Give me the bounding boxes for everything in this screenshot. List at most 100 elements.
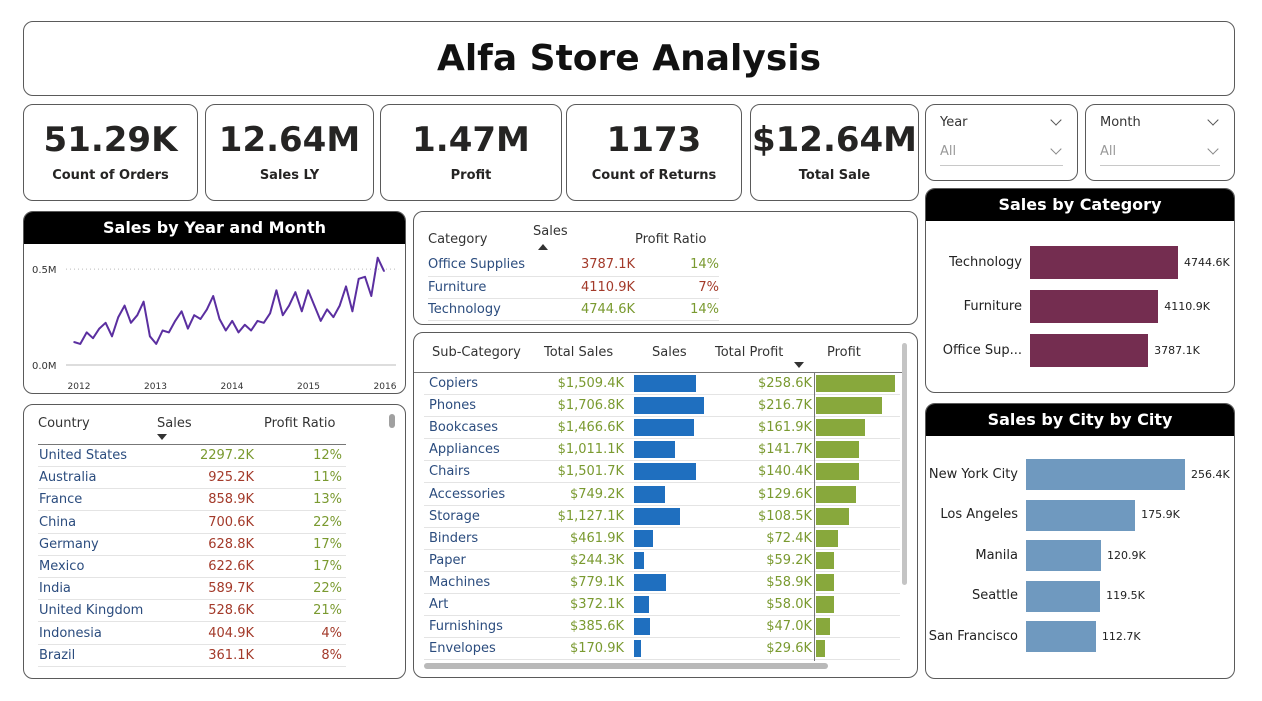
col-header-subcategory[interactable]: Sub-Category <box>432 345 521 360</box>
line-point[interactable] <box>104 322 107 324</box>
col-header-total-profit[interactable]: Total Profit <box>715 345 783 360</box>
line-point[interactable] <box>161 329 164 332</box>
month-dropdown[interactable]: All <box>1100 140 1220 166</box>
line-point[interactable] <box>85 331 88 334</box>
col-header-sales[interactable]: Sales <box>157 416 192 431</box>
table-row[interactable]: Bookcases $1,466.6K $161.9K <box>424 417 900 440</box>
bar[interactable] <box>1026 540 1101 571</box>
table-row[interactable]: United States 2297.2K 12% <box>38 445 346 467</box>
kpi-count-of-returns[interactable]: 1173 Count of Returns <box>566 104 742 201</box>
line-point[interactable] <box>364 276 366 278</box>
col-header-sales[interactable]: Sales <box>652 345 687 360</box>
line-point[interactable] <box>174 320 176 322</box>
city-bar-chart[interactable]: New York City 256.4K Los Angeles 175.9K Mani… <box>926 437 1234 677</box>
line-point[interactable] <box>294 291 297 293</box>
table-row[interactable]: Mexico 622.6K 17% <box>38 556 346 578</box>
line-point[interactable] <box>199 318 202 320</box>
line-point[interactable] <box>383 270 385 272</box>
kpi-count-of-orders[interactable]: 51.29K Count of Orders <box>23 104 198 201</box>
line-point[interactable] <box>256 320 259 322</box>
table-row[interactable]: France 858.9K 13% <box>38 489 346 512</box>
bar[interactable] <box>1026 580 1101 612</box>
category-bar-chart[interactable]: Technology 4744.6K Furniture 4110.9K Office … <box>926 222 1234 392</box>
table-row[interactable]: United Kingdom 528.6K 21% <box>38 600 346 623</box>
bar[interactable] <box>1030 246 1178 279</box>
table-row[interactable]: Envelopes $170.9K $29.6K <box>424 638 900 661</box>
table-row[interactable]: Australia 925.2K 11% <box>38 467 346 490</box>
line-point[interactable] <box>142 300 145 303</box>
col-header-country[interactable]: Country <box>38 416 90 431</box>
line-point[interactable] <box>237 331 240 334</box>
line-point[interactable] <box>187 327 189 330</box>
line-point[interactable] <box>351 310 354 313</box>
line-point[interactable] <box>269 312 271 315</box>
table-row[interactable]: Appliances $1,011.1K $141.7K <box>424 439 900 462</box>
table-row[interactable]: Brazil 361.1K 8% <box>38 645 346 667</box>
line-point[interactable] <box>301 310 303 313</box>
line-chart[interactable]: 0.5M 0.0M 2012 2013 2014 2015 2016 <box>24 245 405 394</box>
line-point[interactable] <box>244 324 246 326</box>
table-row[interactable]: Accessories $749.2K $129.6K <box>424 484 900 506</box>
table-row[interactable]: China 700.6K 22% <box>38 512 346 534</box>
table-row[interactable]: Furnishings $385.6K $47.0K <box>424 616 900 639</box>
line-point[interactable] <box>149 335 151 338</box>
line-point[interactable] <box>212 295 214 297</box>
line-point[interactable] <box>225 329 227 332</box>
line-point[interactable] <box>282 314 284 316</box>
line-point[interactable] <box>288 304 290 307</box>
vertical-scrollbar[interactable] <box>902 343 907 585</box>
table-row[interactable]: Indonesia 404.9K 4% <box>38 623 346 645</box>
col-header-category[interactable]: Category <box>428 224 533 254</box>
line-point[interactable] <box>123 304 126 307</box>
col-header-sales[interactable]: Sales <box>533 224 635 254</box>
line-point[interactable] <box>319 320 322 322</box>
table-row[interactable]: Furniture 4110.9K 7% <box>428 276 719 299</box>
bar[interactable] <box>1026 499 1136 531</box>
line-point[interactable] <box>111 335 113 338</box>
table-row[interactable]: Art $372.1K $58.0K <box>424 594 900 617</box>
year-slicer-header[interactable]: Year <box>940 114 1063 130</box>
line-point[interactable] <box>79 343 82 345</box>
line-point[interactable] <box>263 322 265 324</box>
kpi-total-sale[interactable]: $12.64M Total Sale <box>750 104 919 201</box>
line-point[interactable] <box>376 256 379 259</box>
line-point[interactable] <box>250 329 252 332</box>
table-row[interactable]: Paper $244.3K $59.2K <box>424 550 900 572</box>
chevron-down-icon[interactable] <box>1207 114 1219 126</box>
line-point[interactable] <box>136 314 139 316</box>
table-row[interactable]: Chairs $1,501.7K $140.4K <box>424 461 900 484</box>
line-point[interactable] <box>338 304 341 307</box>
line-point[interactable] <box>193 314 195 316</box>
bar[interactable] <box>1030 290 1159 323</box>
bar[interactable] <box>1026 459 1185 490</box>
line-point[interactable] <box>92 337 94 339</box>
chevron-down-icon[interactable] <box>1050 114 1062 126</box>
month-slicer-header[interactable]: Month <box>1100 114 1220 130</box>
line-point[interactable] <box>155 343 157 345</box>
table-row[interactable]: Germany 628.8K 17% <box>38 534 346 556</box>
table-row[interactable]: Office Supplies 3787.1K 14% <box>428 254 719 277</box>
horizontal-scrollbar[interactable] <box>424 663 828 669</box>
col-header-profit[interactable]: Profit <box>827 345 861 360</box>
table-row[interactable]: Phones $1,706.8K $216.7K <box>424 395 900 418</box>
line-point[interactable] <box>275 289 278 292</box>
table-row[interactable]: Storage $1,127.1K $108.5K <box>424 506 900 528</box>
table-row[interactable]: Copiers $1,509.4K $258.6K <box>424 373 900 396</box>
table-row[interactable]: Binders $461.9K $72.4K <box>424 528 900 550</box>
col-header-total-sales[interactable]: Total Sales <box>544 345 613 360</box>
line-point[interactable] <box>206 308 208 311</box>
table-row[interactable]: India 589.7K 22% <box>38 578 346 601</box>
col-header-profit-ratio[interactable]: Profit Ratio <box>264 416 335 431</box>
vertical-scrollbar[interactable] <box>389 414 395 428</box>
table-row[interactable]: Technology 4744.6K 14% <box>428 298 719 321</box>
kpi-profit[interactable]: 1.47M Profit <box>380 104 562 201</box>
line-point[interactable] <box>98 327 101 330</box>
line-point[interactable] <box>117 316 120 318</box>
line-point[interactable] <box>370 295 373 297</box>
line-point[interactable] <box>180 310 183 313</box>
table-row[interactable]: Machines $779.1K $58.9K <box>424 572 900 594</box>
kpi-sales-ly[interactable]: 12.64M Sales LY <box>205 104 374 201</box>
line-point[interactable] <box>307 289 309 292</box>
sales-line[interactable] <box>73 256 385 345</box>
line-point[interactable] <box>345 285 347 288</box>
